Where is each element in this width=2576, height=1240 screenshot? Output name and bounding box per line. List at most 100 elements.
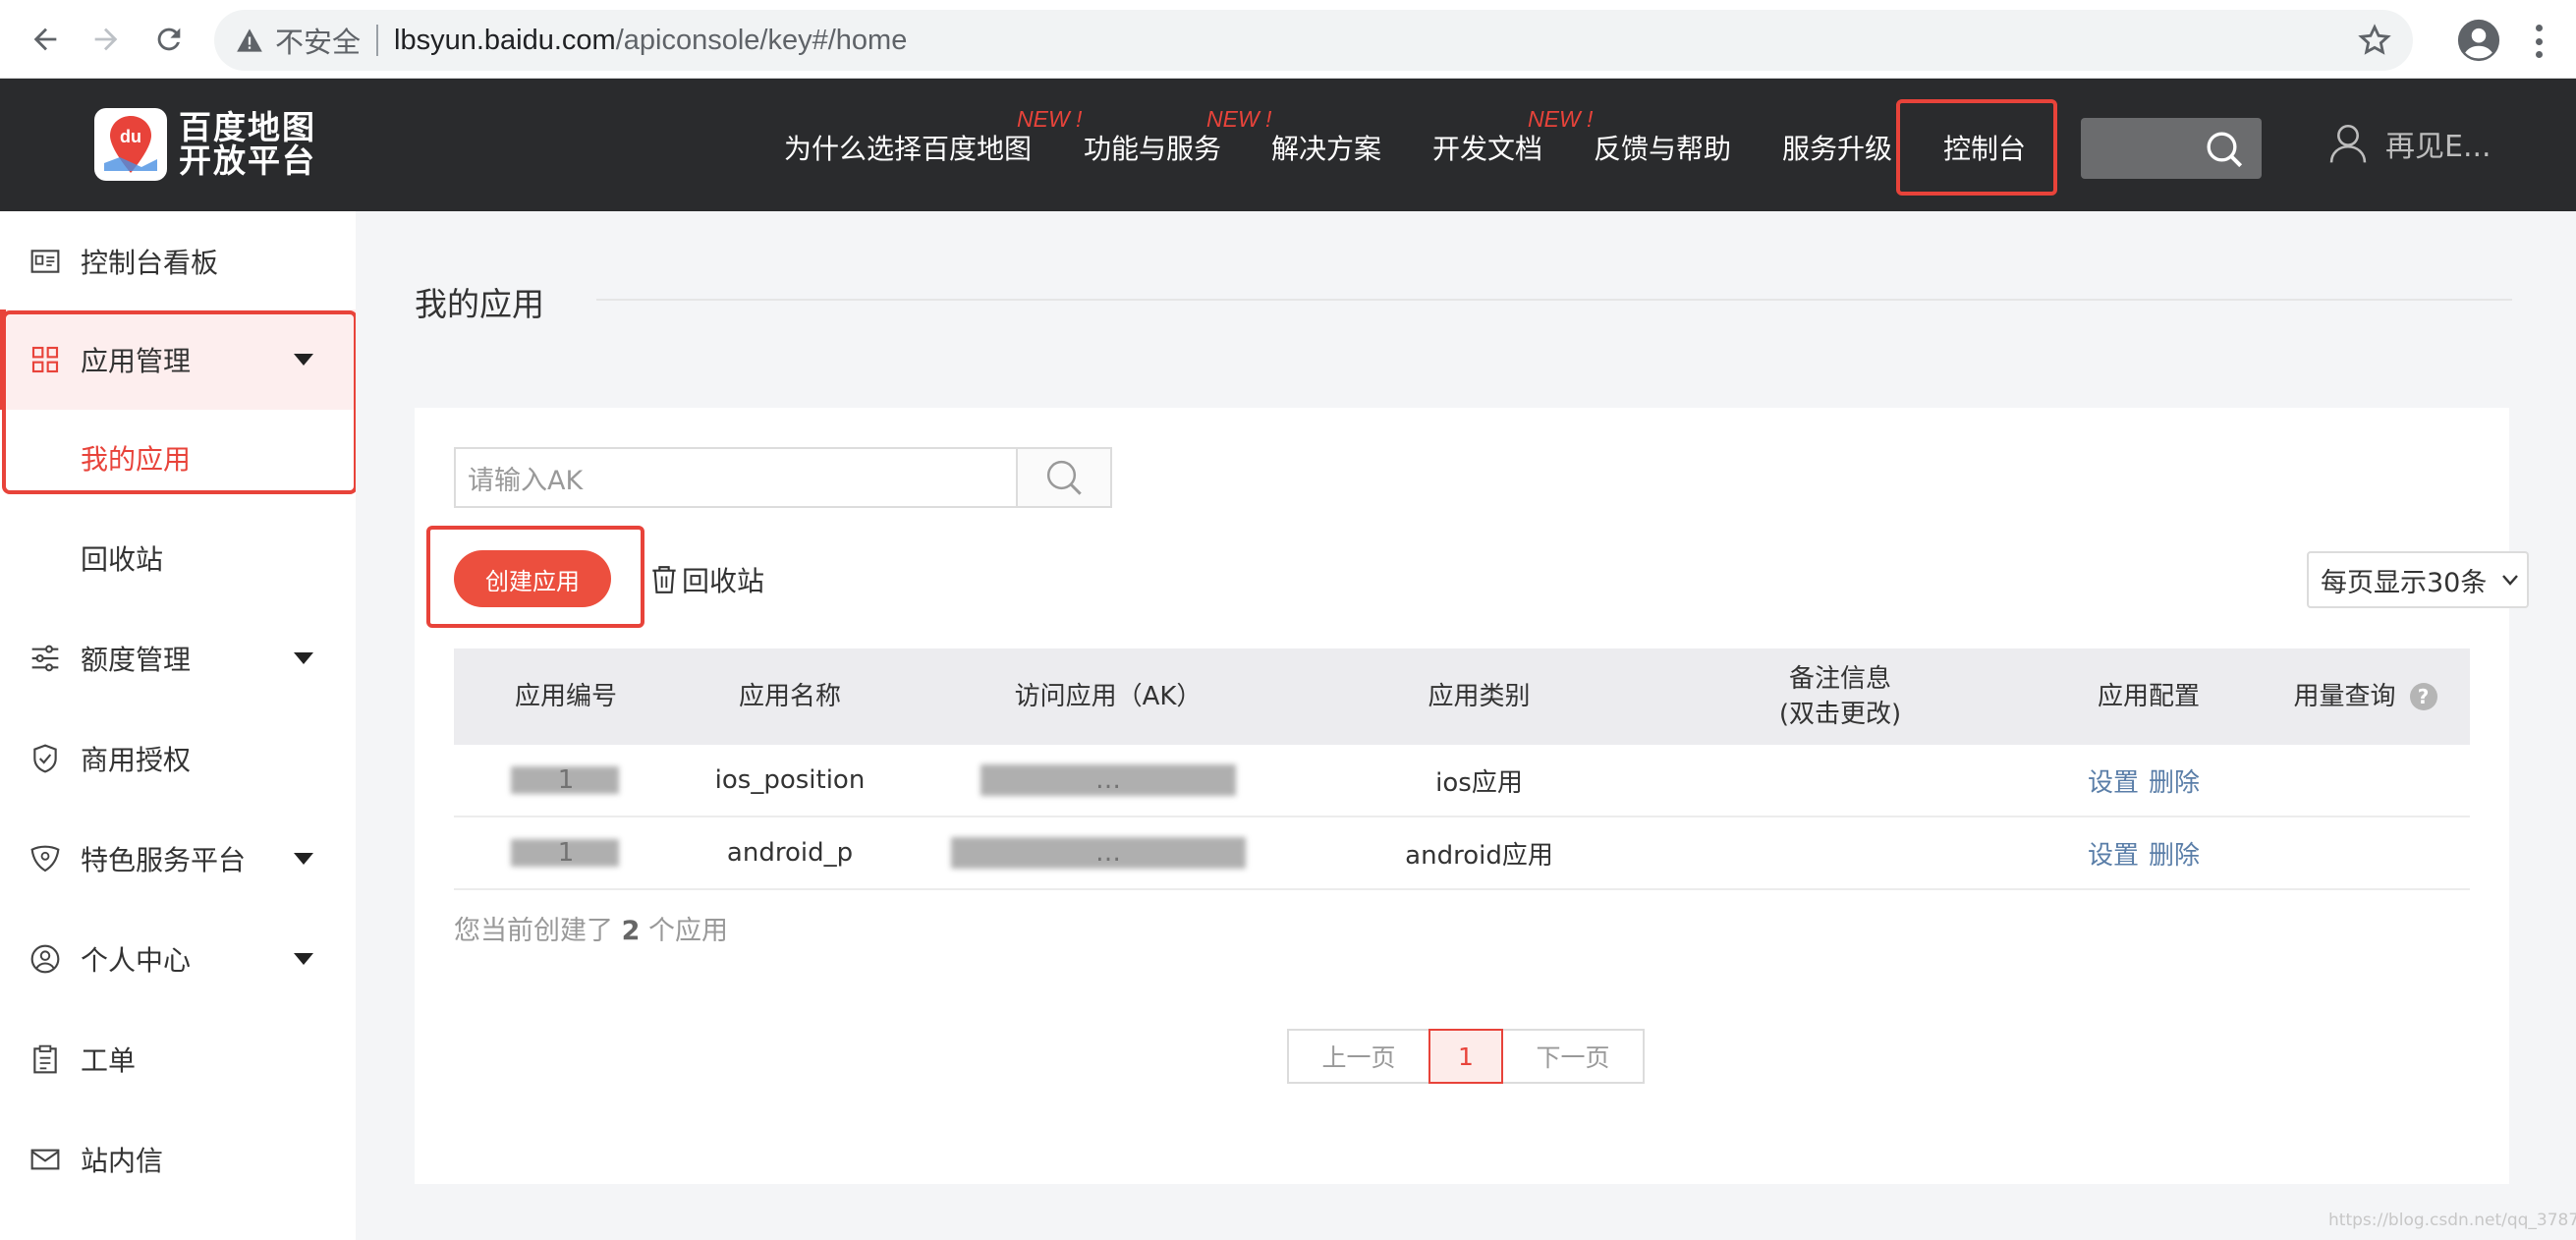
redacted-block [980, 764, 1236, 796]
url-text: lbsyun.baidu.com/apiconsole/key#/home [394, 25, 907, 57]
address-bar[interactable]: 不安全 lbsyun.baidu.com/apiconsole/key#/hom… [214, 10, 2413, 71]
app-type-cell: ios应用 [1435, 767, 1523, 798]
create-button-highlight-box [426, 526, 644, 628]
sidebar-item-dashboard[interactable]: 控制台看板 [0, 227, 356, 296]
settings-link[interactable]: 设置 [2088, 762, 2139, 799]
sidebar-item-label: 个人中心 [81, 944, 192, 977]
col-usage-label: 用量查询 [2293, 682, 2396, 711]
clipboard-icon [33, 1044, 57, 1074]
site-search-box[interactable] [2081, 118, 2262, 179]
browser-toolbar: 不安全 lbsyun.baidu.com/apiconsole/key#/hom… [0, 0, 2576, 79]
sidebar-item-tickets[interactable]: 工单 [0, 1025, 356, 1094]
col-app-name: 应用名称 [738, 682, 841, 711]
sidebar-item-label: 回收站 [81, 543, 164, 576]
app-count-note: 您当前创建了 2 个应用 [454, 909, 728, 947]
recycle-bin-link[interactable]: 回收站 [650, 560, 764, 599]
forward-arrow-icon [94, 28, 118, 51]
sidebar-item-featured-services[interactable]: 特色服务平台 [0, 824, 356, 893]
nav-feedback[interactable]: 反馈与帮助 [1594, 128, 1731, 167]
delete-link[interactable]: 删除 [2149, 835, 2200, 872]
help-icon[interactable]: ? [2409, 683, 2437, 710]
watermark: https://blog.csdn.net/qq_37875... [2328, 1211, 2576, 1230]
shield-icon [33, 744, 57, 773]
caret-down-icon [294, 853, 313, 865]
user-circle-icon [30, 944, 60, 974]
next-page-button[interactable]: 下一页 [1501, 1029, 1645, 1084]
count-value: 2 [621, 916, 641, 946]
recycle-bin-label: 回收站 [682, 565, 765, 597]
main-content: 我的应用 请输入AK 创建应用 回收站 每页显示30条 应用编号 应用名称 访问… [356, 211, 2576, 1240]
ak-cell: … [902, 745, 1315, 816]
title-divider [596, 299, 2512, 301]
table-row: 1 android_p … android应用 设置 删除 [454, 817, 2470, 890]
remarks-cell[interactable] [1644, 745, 2037, 816]
col-ak: 访问应用（AK） [1014, 682, 1203, 711]
sidebar-item-label: 站内信 [81, 1145, 164, 1177]
reload-button[interactable] [147, 18, 191, 61]
caret-down-icon [294, 652, 313, 664]
caret-down-icon [294, 953, 313, 965]
col-remarks: 备注信息 (双击更改) [1644, 648, 2037, 745]
heart-shield-icon [30, 845, 60, 873]
sidebar-item-label: 额度管理 [81, 644, 192, 676]
id-card-icon [30, 250, 60, 273]
sidebar-item-personal-center[interactable]: 个人中心 [0, 925, 356, 993]
col-app-id: 应用编号 [514, 682, 617, 711]
settings-link[interactable]: 设置 [2088, 835, 2139, 872]
ak-search-input[interactable]: 请输入AK [454, 447, 1016, 508]
count-prefix: 您当前创建了 [454, 916, 613, 946]
usage-cell [2261, 817, 2470, 888]
nav-docs[interactable]: 开发文档 [1432, 128, 1542, 167]
user-name: 再见E... [2385, 130, 2492, 164]
col-app-type: 应用类别 [1428, 682, 1531, 711]
nav-new-badge: NEW ! [1206, 106, 1272, 132]
pagination: 上一页 1 下一页 [1287, 1029, 1645, 1084]
browser-menu-icon[interactable] [2529, 22, 2548, 61]
sidebar-item-label: 控制台看板 [81, 247, 219, 279]
sidebar-item-commercial-license[interactable]: 商用授权 [0, 724, 356, 793]
search-icon[interactable] [2205, 130, 2244, 169]
per-page-select[interactable]: 每页显示30条 [2307, 551, 2529, 608]
app-id-cell: 1 [454, 817, 678, 888]
app-id-cell: 1 [454, 745, 678, 816]
nav-features[interactable]: 功能与服务 [1084, 128, 1221, 167]
not-secure-label: 不安全 [275, 26, 362, 59]
profile-avatar-icon[interactable] [2456, 18, 2501, 63]
page-title: 我的应用 [415, 285, 544, 323]
sidebar-item-messages[interactable]: 站内信 [0, 1125, 356, 1194]
delete-link[interactable]: 删除 [2149, 762, 2200, 799]
mail-icon [30, 1149, 60, 1170]
ak-search-button[interactable] [1016, 447, 1112, 508]
sidebar-item-quota[interactable]: 额度管理 [0, 624, 356, 693]
col-remarks-line2: (双击更改) [1778, 700, 1902, 729]
chevron-down-icon [2502, 575, 2518, 586]
reload-icon [157, 28, 181, 51]
table-header: 应用编号 应用名称 访问应用（AK） 应用类别 备注信息 (双击更改) 应用配置… [454, 648, 2470, 745]
warning-icon [236, 26, 265, 55]
nav-solutions[interactable]: 解决方案 [1271, 128, 1381, 167]
back-button[interactable] [24, 18, 67, 61]
ak-cell: … [902, 817, 1315, 888]
nav-new-badge: NEW ! [1528, 106, 1594, 132]
site-header: du 百度地图 开放平台 为什么选择百度地图 NEW ! 功能与服务 NEW !… [0, 79, 2576, 211]
url-host: lbsyun.baidu.com [394, 24, 616, 56]
col-app-config: 应用配置 [2097, 682, 2200, 711]
sidebar-item-label: 特色服务平台 [81, 844, 247, 876]
user-menu[interactable]: 再见E... [2328, 122, 2492, 165]
bookmark-star-icon[interactable] [2358, 24, 2391, 57]
back-arrow-icon [33, 28, 57, 51]
trash-icon [652, 566, 676, 593]
app-type-cell: android应用 [1405, 840, 1553, 871]
apps-panel: 请输入AK 创建应用 回收站 每页显示30条 应用编号 应用名称 访问应用（AK… [415, 408, 2529, 1184]
app-config-cell: 设置 删除 [2037, 745, 2261, 816]
forward-button[interactable] [84, 18, 128, 61]
sidebar-item-recycle-bin[interactable]: 回收站 [0, 524, 356, 592]
nav-why-baidu[interactable]: 为什么选择百度地图 [784, 128, 1032, 167]
prev-page-button[interactable]: 上一页 [1287, 1029, 1430, 1084]
remarks-cell[interactable] [1644, 817, 2037, 888]
app-name-cell: android_p [726, 838, 854, 868]
nav-upgrade[interactable]: 服务升级 [1782, 128, 1892, 167]
count-suffix: 个应用 [647, 916, 728, 946]
sliders-icon [31, 645, 59, 672]
page-button-current[interactable]: 1 [1428, 1029, 1503, 1084]
